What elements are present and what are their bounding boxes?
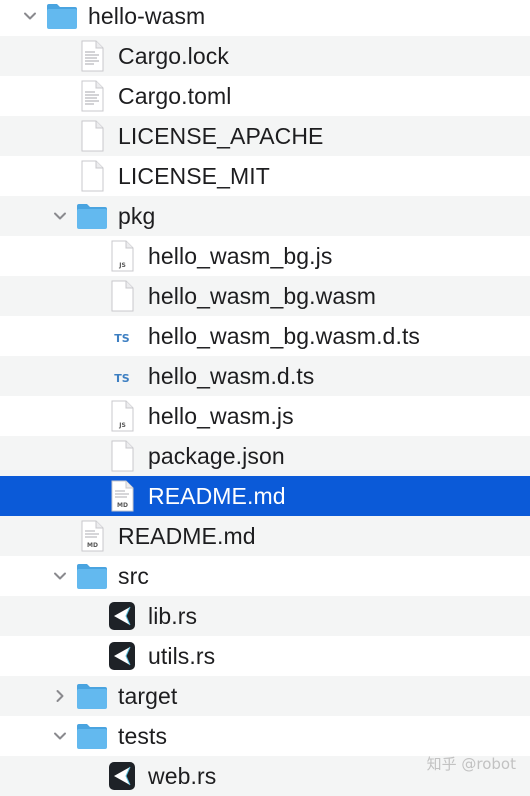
file-tree: hello-wasm Cargo.lock Cargo.toml LICENSE…	[0, 0, 530, 796]
tree-row-label: pkg	[118, 202, 156, 229]
tree-row-label: package.json	[148, 442, 285, 469]
tree-row-pkg[interactable]: pkg	[0, 196, 530, 236]
js-file-icon: JS	[105, 239, 139, 273]
tree-row-label: utils.rs	[148, 642, 216, 669]
file-badge: TS	[114, 372, 130, 385]
folder-icon	[75, 559, 109, 593]
tree-row-label: web.rs	[148, 762, 217, 789]
tree-row-label: README.md	[118, 522, 256, 549]
tree-row-label: LICENSE_APACHE	[118, 122, 324, 149]
tree-row-label: hello_wasm_bg.wasm.d.ts	[148, 322, 421, 349]
tree-row-lib-rs[interactable]: lib.rs	[0, 596, 530, 636]
text-file-icon	[75, 79, 109, 113]
blank-file-icon	[105, 279, 139, 313]
tree-row-label: lib.rs	[148, 602, 198, 629]
tree-row-label: hello-wasm	[88, 2, 206, 29]
folder-icon	[75, 679, 109, 713]
folder-icon	[45, 0, 79, 33]
tree-row-hello-wasm-js[interactable]: JS hello_wasm.js	[0, 396, 530, 436]
tree-row-license-mit[interactable]: LICENSE_MIT	[0, 156, 530, 196]
tree-row-label: tests	[118, 722, 168, 749]
file-badge: MD	[117, 502, 128, 509]
blank-file-icon	[75, 159, 109, 193]
tree-row-label: hello_wasm_bg.js	[148, 242, 333, 269]
tree-row-target[interactable]: target	[0, 676, 530, 716]
ts-file-icon: TS	[105, 359, 139, 393]
tree-row-label: hello_wasm.d.ts	[148, 362, 315, 389]
chevron-right-icon[interactable]	[50, 686, 70, 706]
tree-row-label: Cargo.toml	[118, 82, 232, 109]
text-file-icon	[75, 39, 109, 73]
file-badge: JS	[118, 422, 126, 429]
tree-row-package-json[interactable]: package.json	[0, 436, 530, 476]
js-file-icon: JS	[105, 399, 139, 433]
tree-row-hello-wasm-bg-wasm-d-ts[interactable]: TS hello_wasm_bg.wasm.d.ts	[0, 316, 530, 356]
blank-file-icon	[75, 119, 109, 153]
tree-row-utils-rs[interactable]: utils.rs	[0, 636, 530, 676]
rust-file-icon	[105, 639, 139, 673]
tree-row-label: Cargo.lock	[118, 42, 229, 69]
tree-row-pkg-readme-md[interactable]: MD README.md	[0, 476, 530, 516]
tree-row-label: hello_wasm_bg.wasm	[148, 282, 377, 309]
tree-row-cargo-toml[interactable]: Cargo.toml	[0, 76, 530, 116]
tree-row-license-apache[interactable]: LICENSE_APACHE	[0, 116, 530, 156]
rust-file-icon	[105, 599, 139, 633]
folder-icon	[75, 199, 109, 233]
file-badge: MD	[87, 542, 98, 549]
tree-row-label: src	[118, 562, 149, 589]
markdown-file-icon: MD	[75, 519, 109, 553]
file-badge: TS	[114, 332, 130, 345]
tree-row-cargo-lock[interactable]: Cargo.lock	[0, 36, 530, 76]
tree-row-hello-wasm-bg-wasm[interactable]: hello_wasm_bg.wasm	[0, 276, 530, 316]
tree-row-hello-wasm-d-ts[interactable]: TS hello_wasm.d.ts	[0, 356, 530, 396]
markdown-file-icon: MD	[105, 479, 139, 513]
blank-file-icon	[105, 439, 139, 473]
chevron-down-icon[interactable]	[20, 6, 40, 26]
chevron-down-icon[interactable]	[50, 566, 70, 586]
chevron-down-icon[interactable]	[50, 726, 70, 746]
tree-row-hello-wasm[interactable]: hello-wasm	[0, 0, 530, 36]
chevron-down-icon[interactable]	[50, 206, 70, 226]
file-badge: JS	[118, 262, 126, 269]
watermark: 知乎 @robot	[426, 755, 516, 773]
tree-row-hello-wasm-bg-js[interactable]: JS hello_wasm_bg.js	[0, 236, 530, 276]
tree-row-label: README.md	[148, 482, 286, 509]
tree-row-label: target	[118, 682, 178, 709]
tree-row-tests[interactable]: tests	[0, 716, 530, 756]
tree-row-label: hello_wasm.js	[148, 402, 294, 429]
tree-row-src[interactable]: src	[0, 556, 530, 596]
ts-file-icon: TS	[105, 319, 139, 353]
folder-icon	[75, 719, 109, 753]
tree-row-readme-md[interactable]: MD README.md	[0, 516, 530, 556]
tree-row-label: LICENSE_MIT	[118, 162, 270, 189]
